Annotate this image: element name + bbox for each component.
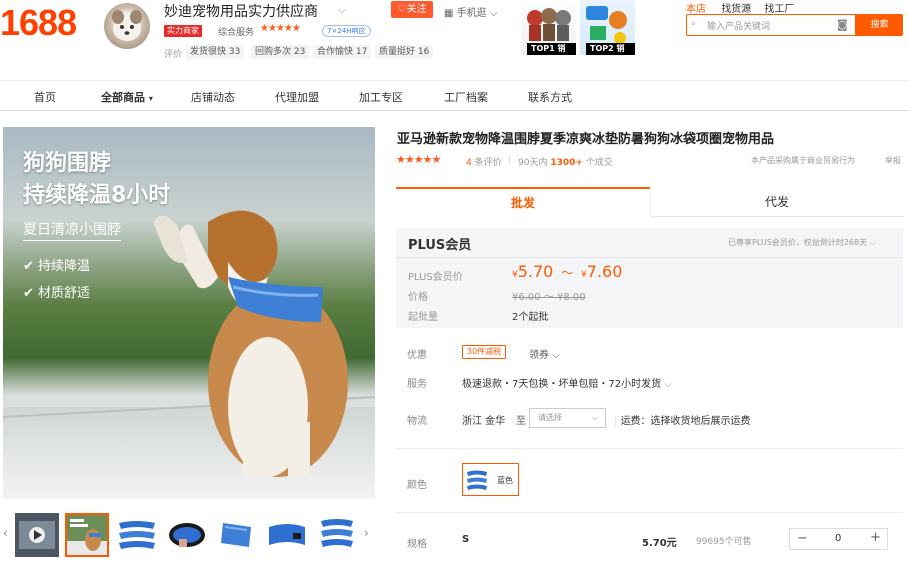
- thumbnail-image[interactable]: [265, 513, 309, 557]
- divider: [396, 257, 903, 258]
- trade-notice: 本产品采购属于商业贸易行为: [751, 156, 855, 165]
- metric-tag: 回购多次 23: [251, 45, 310, 59]
- moq-label: 起批量: [408, 312, 438, 323]
- size-value: S: [462, 534, 470, 545]
- size-label: 规格: [407, 539, 427, 550]
- response-badge: 7×24H响应: [322, 25, 371, 37]
- tab-wholesale[interactable]: 批发: [396, 187, 650, 217]
- image-bullet-1: ✔ 持续降温: [23, 259, 91, 274]
- thumbnail-image[interactable]: [215, 513, 259, 557]
- report-link[interactable]: 举报: [885, 155, 901, 166]
- service-dropdown[interactable]: 极速退款・7天包换・坏单包赔・72小时发货 ⌵: [462, 375, 672, 390]
- quantity-input[interactable]: 0: [835, 533, 841, 544]
- rating-stars: ★★★★★: [396, 153, 441, 166]
- top-links: 本店 找货源 找工厂: [686, 0, 794, 15]
- qr-icon: ▦: [444, 8, 454, 19]
- price-label: 价格: [408, 292, 428, 303]
- chevron-down-icon: ▾: [148, 94, 153, 103]
- color-option-blue[interactable]: 蓝色: [462, 463, 519, 496]
- coupon-dropdown[interactable]: 领券 ⌵: [529, 346, 560, 361]
- plus-note[interactable]: 已尊享PLUS会员价，权益倒计时268天 ⌵: [728, 237, 876, 248]
- mobile-browse-link[interactable]: ▦ 手机逛 ⌵: [444, 4, 497, 19]
- plus-title: PLUS会员: [408, 238, 472, 253]
- thumbnail-image-selected[interactable]: [65, 513, 109, 557]
- nav-processing[interactable]: 加工专区: [359, 89, 403, 105]
- tab-dropship[interactable]: 代发: [650, 187, 903, 217]
- destination-select[interactable]: 请选择 ⌵: [529, 408, 606, 428]
- search-box[interactable]: ⌕ 输入产品关键词 ◙: [686, 14, 856, 36]
- plus-price-range: ¥5.70 ～ ¥7.60: [512, 262, 623, 281]
- nav-agency[interactable]: 代理加盟: [275, 89, 319, 105]
- camera-icon[interactable]: ◙: [837, 18, 848, 31]
- nav-contact[interactable]: 联系方式: [528, 89, 572, 105]
- service-label: 服务: [407, 379, 427, 390]
- check-icon: ✔: [23, 259, 34, 274]
- search-button[interactable]: 搜索: [856, 14, 903, 36]
- thumbnail-strip: ‹ ›: [3, 513, 375, 557]
- freight-text: | 运费：选择收货地后展示运费: [614, 416, 751, 427]
- shop-avatar[interactable]: [104, 3, 150, 49]
- color-swatch-image: [467, 470, 487, 490]
- metric-tag: 合作愉快 17: [313, 45, 372, 59]
- chevron-down-icon: ⌵: [592, 413, 599, 422]
- divider: [396, 512, 903, 513]
- moq-value: 2个起批: [512, 312, 549, 323]
- follow-button[interactable]: ♡关注: [391, 1, 433, 18]
- nav-home[interactable]: 首页: [34, 89, 56, 105]
- image-headline-1: 狗狗围脖: [23, 151, 112, 176]
- product-title: 亚马逊新款宠物降温围脖夏季凉爽冰垫防暑狗狗冰袋项圈宠物用品: [397, 132, 775, 147]
- image-bullet-2: ✔ 材质舒适: [23, 286, 91, 301]
- service-stars: ★★★★★: [260, 23, 301, 34]
- stock-count: 99695个可售: [696, 537, 752, 547]
- shop-badge: 实力商家: [164, 25, 202, 37]
- metric-tag: 发货很快 33: [186, 45, 245, 59]
- thumbnail-image[interactable]: [115, 513, 159, 557]
- nav-factory[interactable]: 工厂档案: [444, 89, 488, 105]
- chevron-down-icon: ⌵: [664, 379, 672, 390]
- minus-button[interactable]: −: [797, 531, 808, 546]
- thumbnail-image[interactable]: [165, 513, 209, 557]
- eval-label: 评价: [164, 50, 183, 60]
- chevron-down-icon: ⌵: [552, 350, 560, 361]
- logistics-label: 物流: [407, 416, 427, 427]
- color-option-label: 蓝色: [497, 476, 513, 485]
- prev-arrow-icon[interactable]: ‹: [3, 526, 8, 540]
- chevron-down-icon[interactable]: ⌵: [338, 3, 346, 17]
- to-label: 至: [516, 416, 526, 427]
- price-box: PLUS会员 已尊享PLUS会员价，权益倒计时268天 ⌵ PLUS会员价 ¥5…: [396, 228, 903, 328]
- search-input[interactable]: 输入产品关键词: [707, 19, 770, 32]
- original-price: ¥6.00 ～ ¥8.00: [512, 292, 586, 303]
- size-price: 5.70元: [642, 538, 677, 549]
- main-product-image[interactable]: 狗狗围脖 持续降温8小时 夏日清凉小围脖 ✔ 持续降温 ✔ 材质舒适: [3, 127, 375, 499]
- discount-label: 优惠: [407, 350, 427, 361]
- shop-name[interactable]: 妙迪宠物用品实力供应商: [164, 1, 318, 21]
- check-icon: ✔: [23, 286, 34, 301]
- plus-price-label: PLUS会员价: [408, 272, 463, 283]
- top1-label: TOP1 销量: [527, 43, 576, 65]
- shop-nav: 首页 全部商品 ▾ 店铺动态 代理加盟 加工专区 工厂档案 联系方式: [0, 80, 909, 111]
- next-arrow-icon[interactable]: ›: [364, 526, 369, 540]
- plus-button[interactable]: +: [870, 530, 881, 545]
- image-headline-2: 持续降温8小时: [23, 183, 171, 208]
- thumbnail-image[interactable]: [315, 513, 359, 557]
- search-icon: ⌕: [691, 19, 697, 29]
- nav-all-products[interactable]: 全部商品 ▾: [101, 89, 153, 105]
- image-subline: 夏日清凉小围脖: [23, 219, 121, 241]
- metric-tag: 质量挺好 16: [375, 45, 434, 59]
- discount-pill: 30件减税: [462, 345, 507, 359]
- top1-product[interactable]: TOP1 销量: [521, 0, 576, 65]
- top2-product[interactable]: TOP2 销量: [580, 0, 635, 65]
- quantity-stepper: − 0 +: [789, 528, 888, 550]
- divider: [396, 448, 903, 449]
- ship-origin: 浙江 金华: [462, 416, 506, 427]
- thumbnail-video[interactable]: [15, 513, 59, 557]
- site-logo[interactable]: 1688: [0, 2, 77, 44]
- reviews-link[interactable]: 4 条评价: [466, 155, 502, 168]
- sales-stat: 90天内 1300+ 个成交: [518, 158, 613, 168]
- nav-shop-news[interactable]: 店铺动态: [191, 89, 235, 105]
- color-label: 颜色: [407, 480, 427, 491]
- service-label: 综合服务: [218, 28, 255, 38]
- top2-label: TOP2 销量: [586, 43, 635, 65]
